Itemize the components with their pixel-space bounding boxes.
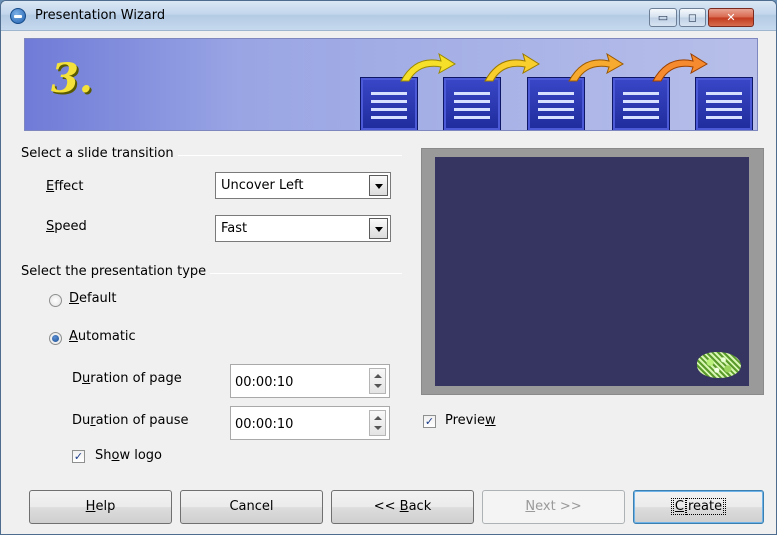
logo-image — [697, 352, 741, 378]
maximize-button[interactable]: ◻ — [679, 8, 706, 27]
default-radio-label[interactable]: Default — [69, 291, 117, 306]
show-logo-checkbox[interactable]: ✓ — [72, 450, 85, 463]
slide-icon — [527, 77, 585, 130]
chevron-down-icon[interactable] — [369, 218, 388, 239]
preview-frame — [421, 148, 764, 395]
duration-of-page-spinner[interactable]: 00:00:10 — [230, 364, 390, 398]
cancel-button[interactable]: Cancel — [180, 490, 323, 524]
title-bar[interactable]: Presentation Wizard ▭ ◻ ✕ — [1, 1, 776, 31]
curved-arrow-icon — [652, 52, 708, 82]
presentation-type-group-label: Select the presentation type — [21, 264, 211, 279]
curved-arrow-icon — [484, 52, 540, 82]
speed-select[interactable]: Fast — [215, 215, 391, 242]
effect-label: Effect — [46, 179, 84, 194]
curved-arrow-icon — [568, 52, 624, 82]
app-icon — [10, 8, 26, 24]
spin-arrows-icon[interactable] — [369, 368, 386, 394]
show-logo-label[interactable]: Show logo — [95, 448, 162, 463]
slide-icon — [612, 77, 670, 130]
effect-select[interactable]: Uncover Left — [215, 172, 391, 199]
duration-of-pause-value: 00:00:10 — [235, 417, 294, 432]
help-button[interactable]: Help — [29, 490, 172, 524]
transition-group-label: Select a slide transition — [21, 146, 178, 161]
wizard-banner: 3. — [24, 38, 758, 131]
close-button[interactable]: ✕ — [708, 8, 754, 27]
spin-arrows-icon[interactable] — [369, 410, 386, 436]
next-button[interactable]: Next >> — [482, 490, 625, 524]
speed-label: Speed — [46, 219, 87, 234]
duration-of-pause-spinner[interactable]: 00:00:10 — [230, 406, 390, 440]
preview-checkbox[interactable]: ✓ — [423, 415, 436, 428]
step-number: 3. — [51, 55, 93, 102]
default-radio[interactable] — [49, 294, 62, 307]
slide-icon — [360, 77, 418, 130]
presentation-wizard-window: Presentation Wizard ▭ ◻ ✕ 3. Select a sl… — [0, 0, 777, 535]
speed-value: Fast — [221, 221, 248, 236]
preview-slide — [435, 157, 749, 386]
effect-value: Uncover Left — [221, 178, 304, 193]
slide-icon — [695, 77, 753, 130]
window-title: Presentation Wizard — [35, 8, 166, 23]
preview-checkbox-label[interactable]: Preview — [445, 413, 496, 428]
duration-of-page-label: Duration of page — [72, 371, 182, 386]
duration-of-page-value: 00:00:10 — [235, 375, 294, 390]
chevron-down-icon[interactable] — [369, 175, 388, 196]
slide-icon — [443, 77, 501, 130]
minimize-button[interactable]: ▭ — [649, 8, 677, 27]
automatic-radio[interactable] — [49, 332, 62, 345]
automatic-radio-label[interactable]: Automatic — [69, 329, 136, 344]
curved-arrow-icon — [400, 52, 456, 82]
back-button[interactable]: << Back — [331, 490, 474, 524]
duration-of-pause-label: Duration of pause — [72, 413, 189, 428]
create-button[interactable]: Create — [633, 490, 764, 524]
